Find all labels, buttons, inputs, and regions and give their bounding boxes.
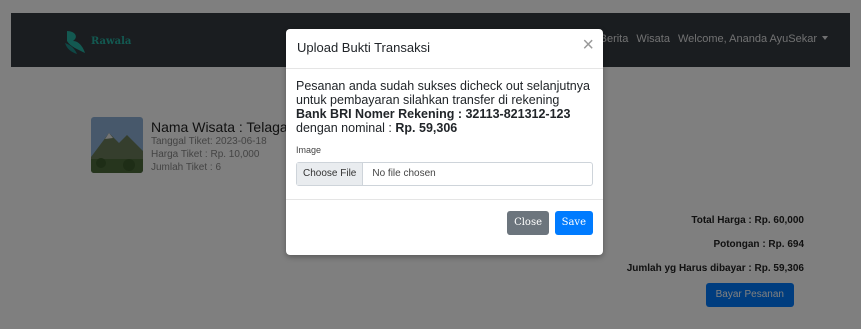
close-button[interactable]: Close	[507, 211, 549, 235]
modal-body: Pesanan anda sudah sukses dicheck out se…	[286, 69, 603, 186]
close-icon[interactable]: ×	[582, 35, 594, 55]
choose-file-button[interactable]: Choose File	[297, 163, 364, 185]
file-name-text: No file chosen	[372, 168, 436, 179]
payment-amount: Rp. 59,306	[395, 121, 458, 135]
modal-footer: Close Save	[286, 199, 603, 255]
modal-title: Upload Bukti Transaksi	[297, 40, 430, 55]
save-button[interactable]: Save	[554, 211, 593, 235]
image-label: Image	[296, 145, 322, 155]
checkout-message: Pesanan anda sudah sukses dicheck out se…	[296, 79, 590, 135]
bank-account: Bank BRI Nomer Rekening : 32113-821312-1…	[296, 107, 571, 121]
image-file-input[interactable]: Choose File No file chosen	[296, 162, 593, 186]
upload-modal: Upload Bukti Transaksi × Pesanan anda su…	[286, 29, 603, 255]
modal-header: Upload Bukti Transaksi ×	[286, 29, 603, 69]
